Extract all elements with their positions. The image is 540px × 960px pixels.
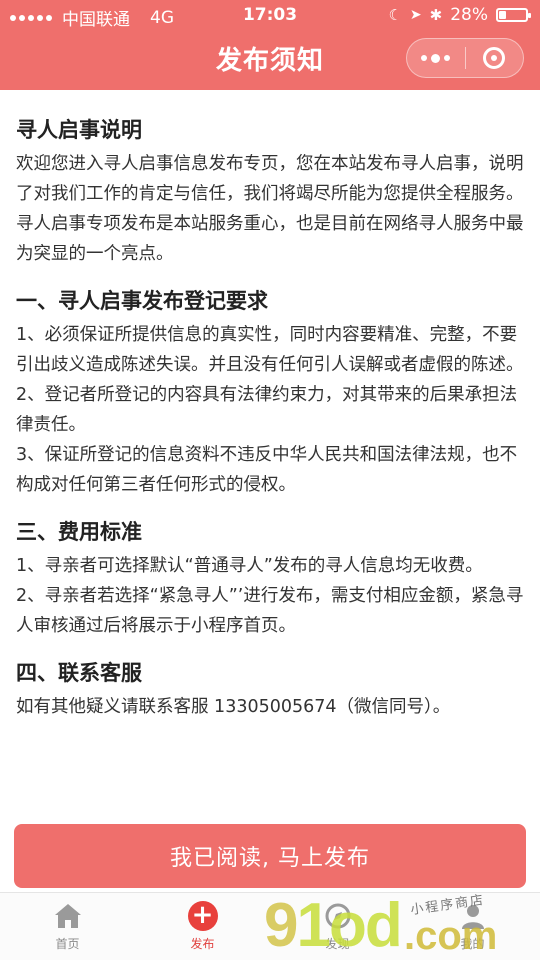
navigation-bar: 发布须知 (0, 30, 540, 90)
battery-icon (496, 8, 531, 22)
section-heading: 三、费用标准 (16, 520, 142, 544)
publish-button[interactable]: 我已阅读, 马上发布 (14, 824, 526, 888)
profile-icon (455, 899, 491, 933)
tab-profile-label: 我的 (460, 937, 485, 951)
more-dot-icon (431, 53, 441, 63)
tab-publish[interactable]: + 发布 (135, 893, 270, 960)
section-paragraph: 如有其他疑义请联系客服 13305005674（微信同号）。 (16, 697, 451, 717)
notice-section: 四、联系客服如有其他疑义请联系客服 13305005674（微信同号）。 (16, 657, 526, 722)
tab-home[interactable]: 首页 (0, 893, 135, 960)
section-paragraph: 2、登记者所登记的内容具有法律约束力，对其带来的后果承担法律责任。 (16, 385, 518, 435)
section-heading: 一、寻人启事发布登记要求 (16, 289, 268, 313)
section-paragraph: 欢迎您进入寻人启事信息发布专页，您在本站发布寻人启事，说明了对我们工作的肯定与信… (16, 154, 524, 264)
status-bar: 中国联通 4G 17:03 ☾ ➤ ✱ 28% (0, 0, 540, 30)
tab-discover-label: 发现 (325, 937, 350, 951)
more-dot-icon (444, 55, 451, 61)
status-right: ☾ ➤ ✱ 28% (388, 5, 531, 25)
header: 中国联通 4G 17:03 ☾ ➤ ✱ 28% 发布须知 (0, 0, 540, 90)
section-paragraph: 2、寻亲者若选择“紧急寻人”’进行发布，需支付相应金额，紧急寻人审核通过后将展示… (16, 586, 524, 636)
section-paragraph: 3、保证所登记的信息资料不违反中华人民共和国法律法规，也不构成对任何第三者任何形… (16, 445, 518, 495)
section-paragraph: 1、寻亲者可选择默认“普通寻人”发布的寻人信息均无收费。 (16, 556, 483, 576)
close-miniprogram-button[interactable] (466, 39, 524, 77)
tab-profile[interactable]: 我的 (405, 893, 540, 960)
target-close-icon (483, 47, 506, 69)
section-paragraph: 1、必须保证所提供信息的真实性，同时内容要精准、完整，不要引出歧义造成陈述失误。… (16, 325, 524, 375)
home-icon (50, 899, 86, 933)
location-icon: ➤ (409, 7, 422, 23)
tab-bar: 首页 + 发布 发现 我的 (0, 892, 540, 960)
moon-icon: ☾ (388, 6, 402, 24)
tab-discover[interactable]: 发现 (270, 893, 405, 960)
notice-content: 寻人启事说明欢迎您进入寻人启事信息发布专页，您在本站发布寻人启事，说明了对我们工… (16, 114, 526, 738)
plus-icon: + (187, 901, 218, 931)
miniprogram-capsule (406, 38, 524, 78)
notice-section: 三、费用标准 1、寻亲者可选择默认“普通寻人”发布的寻人信息均无收费。 2、寻亲者若… (16, 516, 526, 641)
discover-icon (320, 899, 356, 933)
battery-percent: 28% (450, 5, 488, 25)
bluetooth-icon: ✱ (429, 6, 443, 24)
notice-section: 寻人启事说明欢迎您进入寻人启事信息发布专页，您在本站发布寻人启事，说明了对我们工… (16, 114, 526, 269)
tab-home-label: 首页 (55, 937, 80, 951)
section-heading: 四、联系客服 (16, 661, 142, 685)
tab-publish-label: 发布 (190, 937, 215, 951)
section-heading: 寻人启事说明 (16, 118, 142, 142)
battery-fill (499, 11, 506, 19)
more-dot-icon (421, 55, 428, 61)
notice-section: 一、寻人启事发布登记要求 1、必须保证所提供信息的真实性，同时内容要精准、完整，不… (16, 285, 526, 500)
more-menu-button[interactable] (407, 39, 465, 77)
